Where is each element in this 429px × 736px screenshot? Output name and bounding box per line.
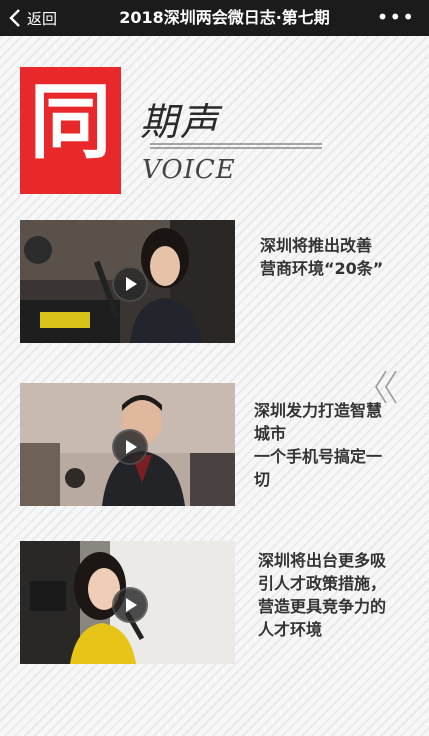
section-subtitle: VOICE [142, 155, 236, 185]
article-title-line: 引人才政策措施， [258, 574, 387, 593]
article-title: 深圳发力打造智慧 城市 一个手机号搞定一 切 [254, 399, 414, 491]
play-icon[interactable] [111, 586, 148, 623]
chevron-left-icon [9, 9, 20, 27]
video-thumbnail[interactable] [20, 541, 235, 664]
more-options-icon[interactable]: ••• [377, 0, 415, 36]
logo-char: 同 [29, 75, 112, 170]
double-chevron-left-icon[interactable] [372, 368, 402, 406]
article-title-line: 城市 [254, 424, 287, 443]
title-underline [150, 143, 322, 149]
back-button[interactable]: 返回 [8, 0, 57, 36]
article-title-line: 切 [254, 470, 271, 489]
section-header: 同 期声 VOICE [20, 67, 330, 195]
article-title-line: 深圳将推出改善 [260, 236, 373, 255]
article-title-line: 人才环境 [258, 620, 323, 639]
back-label: 返回 [27, 9, 58, 28]
top-nav-bar: 返回 2018深圳两会微日志·第七期 ••• [0, 0, 429, 36]
article-title: 深圳将推出改善 营商环境“20条” [260, 234, 415, 280]
logo-badge: 同 [20, 67, 121, 194]
section-title: 期声 [140, 100, 221, 144]
article-title-line: 营造更具竞争力的 [258, 597, 387, 616]
article-title: 深圳将出台更多吸 引人才政策措施， 营造更具竞争力的 人才环境 [258, 549, 413, 641]
article-title-line: 一个手机号搞定一 [254, 447, 383, 466]
video-thumbnail[interactable] [20, 383, 235, 506]
article-title-line: 深圳将出台更多吸 [258, 551, 387, 570]
article-title-line: 营商环境“20条” [260, 259, 384, 278]
play-icon[interactable] [111, 265, 148, 302]
page-title: 2018深圳两会微日志·第七期 [119, 8, 330, 27]
play-icon[interactable] [111, 428, 148, 465]
video-thumbnail[interactable] [20, 220, 235, 343]
